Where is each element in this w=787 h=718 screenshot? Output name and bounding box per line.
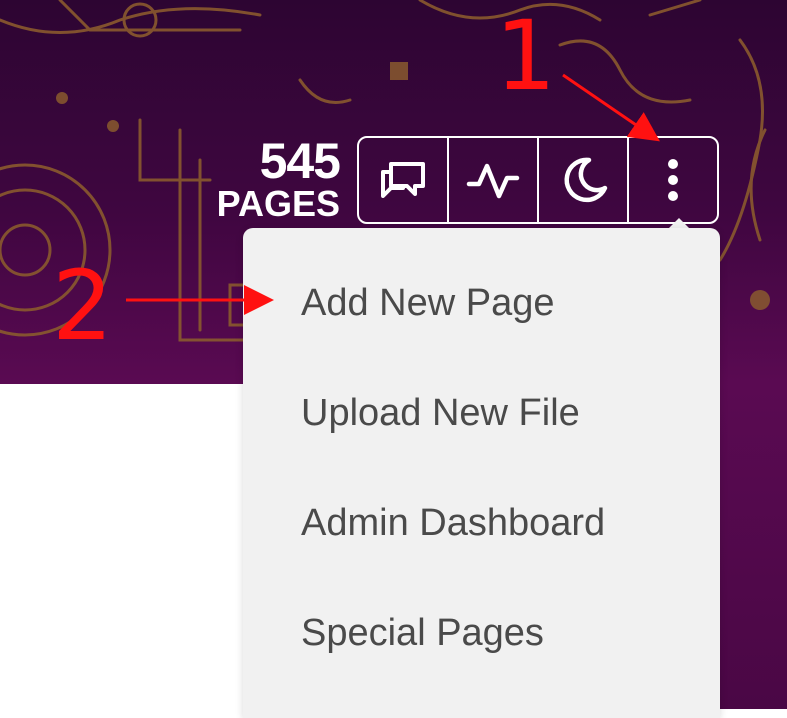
page-count-number: 545 bbox=[259, 133, 341, 189]
annotation-step-2: 2 bbox=[52, 250, 114, 362]
more-options-button[interactable] bbox=[629, 138, 717, 222]
moon-icon bbox=[564, 157, 608, 203]
page-count-label: PAGES bbox=[216, 183, 340, 224]
header-toolbar bbox=[357, 136, 719, 224]
activity-button[interactable] bbox=[449, 138, 539, 222]
annotation-step-1: 1 bbox=[495, 0, 557, 112]
menu-item-admin-dashboard[interactable]: Admin Dashboard bbox=[301, 502, 605, 545]
page-count: 545 PAGES bbox=[190, 133, 341, 224]
discussion-icon bbox=[381, 162, 425, 198]
activity-icon bbox=[466, 163, 520, 199]
menu-item-special-pages[interactable]: Special Pages bbox=[301, 612, 544, 655]
discussion-button[interactable] bbox=[359, 138, 449, 222]
dark-mode-button[interactable] bbox=[539, 138, 629, 222]
more-vertical-icon bbox=[668, 159, 678, 201]
menu-item-add-new-page[interactable]: Add New Page bbox=[301, 282, 555, 325]
menu-item-upload-new-file[interactable]: Upload New File bbox=[301, 392, 580, 435]
header-banner-edge bbox=[720, 384, 787, 709]
more-options-menu: Add New Page Upload New File Admin Dashb… bbox=[243, 228, 720, 718]
